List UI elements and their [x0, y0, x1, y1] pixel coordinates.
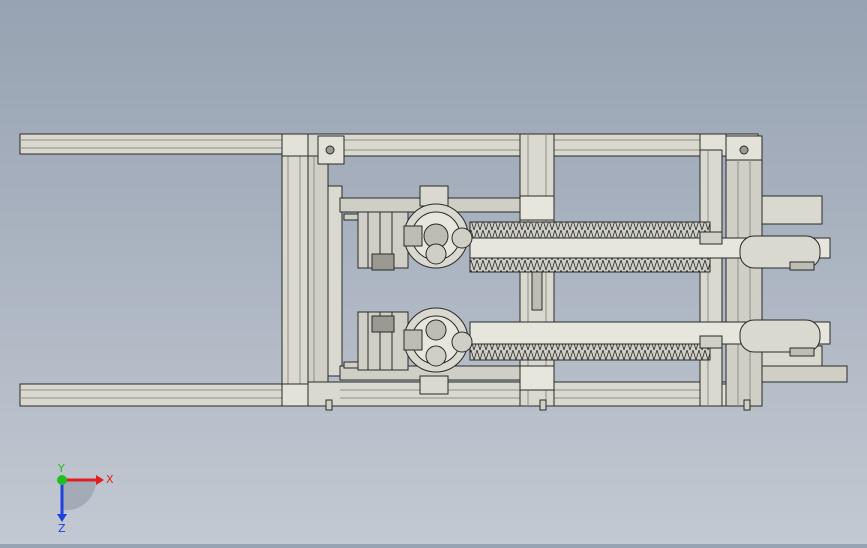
- upper-rack-assembly: [469, 221, 831, 273]
- assembly-model[interactable]: [0, 0, 867, 544]
- lower-belt-end: [739, 319, 821, 353]
- orientation-triad[interactable]: X Y Z: [40, 462, 130, 532]
- bottom-left-rail: [19, 383, 309, 407]
- x-axis-arrow-icon: [96, 475, 104, 485]
- top-left-rail: [19, 133, 309, 155]
- y-axis-dot-icon: [57, 475, 67, 485]
- cad-viewport[interactable]: X Y Z: [0, 0, 867, 544]
- right-frame: [699, 149, 848, 407]
- inner-left-post: [307, 133, 329, 407]
- y-axis-label: Y: [57, 462, 65, 475]
- x-axis-label: X: [106, 473, 114, 486]
- z-axis-label: Z: [58, 522, 66, 532]
- right-upper-extension: [761, 195, 823, 225]
- left-vertical-post: [281, 133, 309, 407]
- z-axis-arrow-icon: [57, 514, 67, 522]
- lower-motor-gearbox: [357, 307, 473, 395]
- triad-quadrant: [62, 480, 97, 511]
- left-frame: [19, 133, 343, 407]
